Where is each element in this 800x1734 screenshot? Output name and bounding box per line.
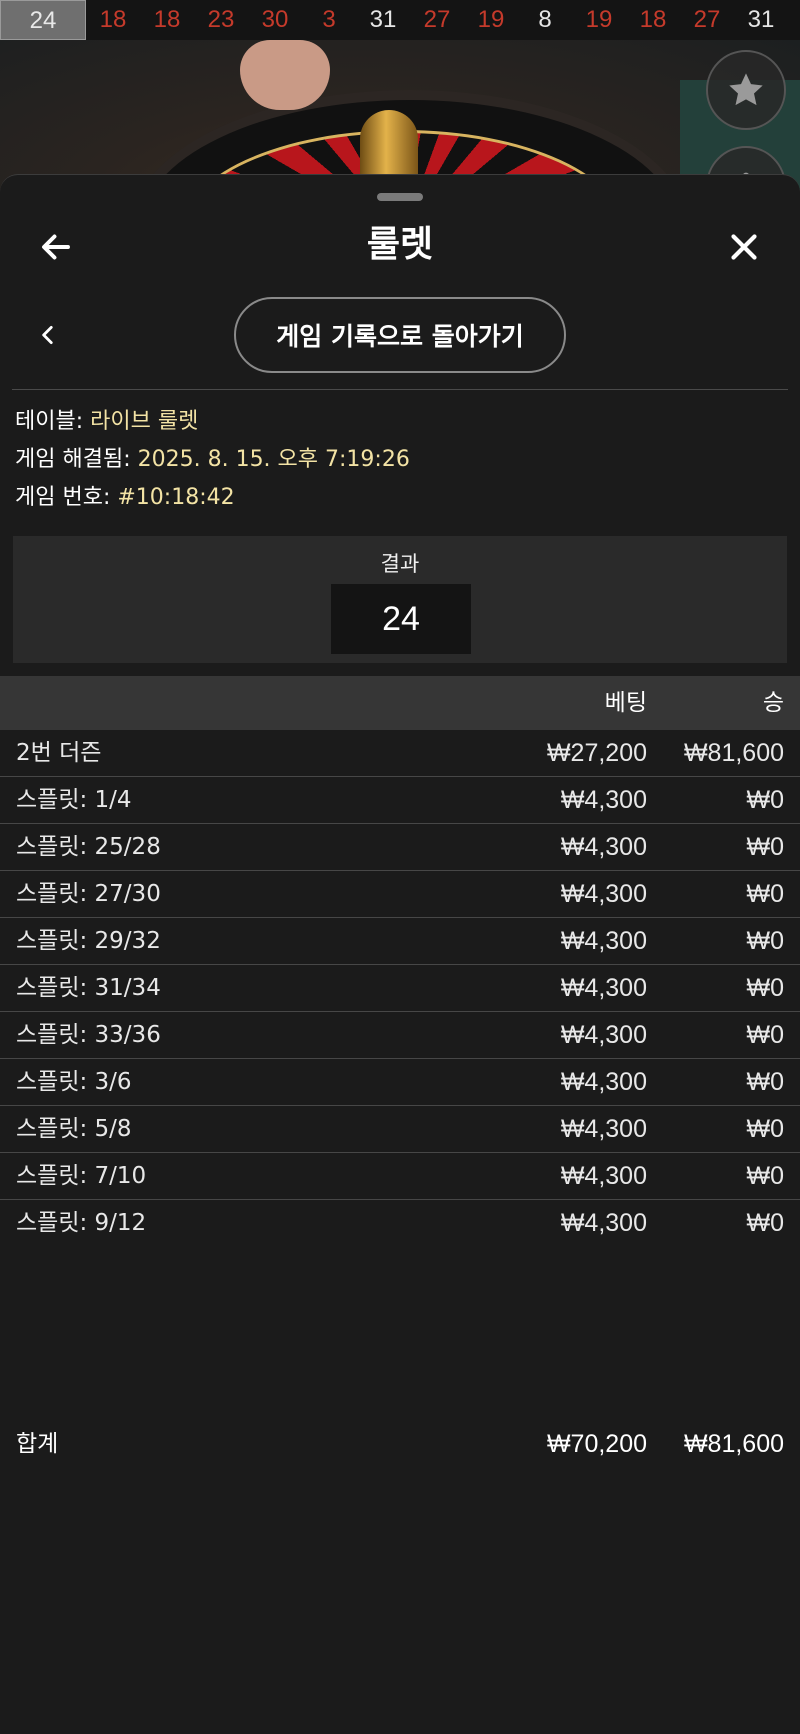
win-amount: ₩0	[746, 1209, 785, 1237]
total-win: ₩81,600	[683, 1430, 784, 1458]
bet-name: 스플릿: 33/36	[16, 1022, 161, 1048]
result-box: 결과 24	[13, 536, 787, 663]
table-value: 라이브 룰렛	[90, 409, 199, 434]
recent-results-strip: 24 18 18 23 30 3 31 27 19 8 19 18 27 31	[0, 0, 800, 40]
bet-amount: ₩4,300	[560, 927, 647, 955]
bet-name: 스플릿: 3/6	[16, 1069, 132, 1095]
bet-row: 스플릿: 31/34 ₩4,300 ₩0	[0, 965, 800, 1012]
bet-row: 스플릿: 3/6 ₩4,300 ₩0	[0, 1059, 800, 1106]
recent-result-item: 31	[369, 6, 397, 33]
bet-name: 스플릿: 25/28	[16, 834, 161, 860]
recent-result-item: 18	[153, 6, 181, 33]
total-bet: ₩70,200	[546, 1430, 647, 1458]
table-label: 테이블:	[15, 409, 84, 434]
live-video-feed	[0, 40, 800, 190]
table-info: 테이블: 라이브 룰렛	[15, 407, 198, 437]
close-button[interactable]	[718, 221, 770, 273]
close-icon	[731, 234, 757, 260]
bet-name: 스플릿: 29/32	[16, 928, 161, 954]
recent-result-item: 31	[747, 6, 775, 33]
recent-result-item: 27	[693, 6, 721, 33]
bet-amount: ₩4,300	[560, 974, 647, 1002]
recent-result-item: 30	[261, 6, 289, 33]
result-number: 24	[331, 584, 471, 654]
bet-amount: ₩4,300	[560, 786, 647, 814]
recent-results-list: 18 18 23 30 3 31 27 19 8 19 18 27 31	[86, 0, 788, 40]
recent-result-item: 23	[207, 6, 235, 33]
divider	[12, 389, 788, 390]
win-amount: ₩0	[746, 974, 785, 1002]
current-result: 24	[0, 0, 86, 40]
bet-name: 스플릿: 27/30	[16, 881, 161, 907]
game-number-label: 게임 번호:	[15, 485, 111, 510]
game-number-info: 게임 번호: #10:18:42	[15, 483, 235, 513]
bet-name: 스플릿: 1/4	[16, 787, 132, 813]
recent-result-item: 19	[477, 6, 505, 33]
page-title: 룰렛	[366, 224, 434, 265]
star-icon	[729, 73, 763, 106]
total-row: 합계 ₩70,200 ₩81,600	[0, 1421, 800, 1467]
bet-amount: ₩27,200	[546, 739, 647, 767]
bet-row: 스플릿: 33/36 ₩4,300 ₩0	[0, 1012, 800, 1059]
resolved-info: 게임 해결됨: 2025. 8. 15. 오후 7:19:26	[15, 445, 410, 475]
dealer-hand	[240, 40, 330, 110]
bet-column-header: 베팅	[604, 690, 647, 716]
history-nav: 게임 기록으로 돌아가기	[0, 295, 800, 375]
recent-result-item: 19	[585, 6, 613, 33]
bets-table-header: 베팅 승	[0, 676, 800, 730]
game-detail-panel: 룰렛 게임 기록으로 돌아가기 테이블: 라이브 룰렛 게임 해결됨: 2025…	[0, 174, 800, 1734]
resolved-value: 2025. 8. 15. 오후 7:19:26	[137, 447, 410, 472]
bet-name: 2번 더즌	[16, 740, 102, 766]
bet-amount: ₩4,300	[560, 1021, 647, 1049]
win-amount: ₩0	[746, 833, 785, 861]
bet-amount: ₩4,300	[560, 880, 647, 908]
win-amount: ₩0	[746, 880, 785, 908]
bet-row: 스플릿: 9/12 ₩4,300 ₩0	[0, 1200, 800, 1246]
bet-row: 스플릿: 25/28 ₩4,300 ₩0	[0, 824, 800, 871]
drag-handle[interactable]	[377, 193, 423, 201]
bet-amount: ₩4,300	[560, 1068, 647, 1096]
win-column-header: 승	[762, 690, 784, 716]
bet-row: 스플릿: 1/4 ₩4,300 ₩0	[0, 777, 800, 824]
bet-amount: ₩4,300	[560, 1162, 647, 1190]
bet-amount: ₩4,300	[560, 1115, 647, 1143]
bet-name: 스플릿: 9/12	[16, 1210, 147, 1236]
win-amount: ₩0	[746, 786, 785, 814]
bet-row: 2번 더즌 ₩27,200 ₩81,600	[0, 730, 800, 777]
favorite-button[interactable]	[706, 50, 786, 130]
bet-name: 스플릿: 5/8	[16, 1116, 132, 1142]
bet-amount: ₩4,300	[560, 833, 647, 861]
back-to-history-button[interactable]: 게임 기록으로 돌아가기	[234, 297, 566, 373]
win-amount: ₩0	[746, 927, 785, 955]
recent-result-item: 18	[99, 6, 127, 33]
total-label: 합계	[16, 1431, 59, 1457]
bet-name: 스플릿: 31/34	[16, 975, 161, 1001]
bet-row: 스플릿: 27/30 ₩4,300 ₩0	[0, 871, 800, 918]
win-amount: ₩0	[746, 1162, 785, 1190]
recent-result-item: 27	[423, 6, 451, 33]
bet-name: 스플릿: 7/10	[16, 1163, 147, 1189]
recent-result-item: 8	[538, 6, 552, 33]
bet-row: 스플릿: 5/8 ₩4,300 ₩0	[0, 1106, 800, 1153]
game-number-value: #10:18:42	[117, 485, 235, 510]
bet-row: 스플릿: 29/32 ₩4,300 ₩0	[0, 918, 800, 965]
resolved-label: 게임 해결됨:	[15, 447, 131, 472]
win-amount: ₩0	[746, 1115, 785, 1143]
win-amount: ₩0	[746, 1021, 785, 1049]
win-amount: ₩81,600	[683, 739, 784, 767]
bet-row: 스플릿: 7/10 ₩4,300 ₩0	[0, 1153, 800, 1200]
bet-amount: ₩4,300	[560, 1209, 647, 1237]
recent-result-item: 3	[322, 6, 336, 33]
bets-table-body: 2번 더즌 ₩27,200 ₩81,600 스플릿: 1/4 ₩4,300 ₩0 스플릿: …	[0, 730, 800, 1246]
chevron-left-icon	[42, 326, 53, 344]
win-amount: ₩0	[746, 1068, 785, 1096]
recent-result-item: 18	[639, 6, 667, 33]
previous-button[interactable]	[26, 313, 70, 357]
result-label: 결과	[380, 552, 420, 576]
